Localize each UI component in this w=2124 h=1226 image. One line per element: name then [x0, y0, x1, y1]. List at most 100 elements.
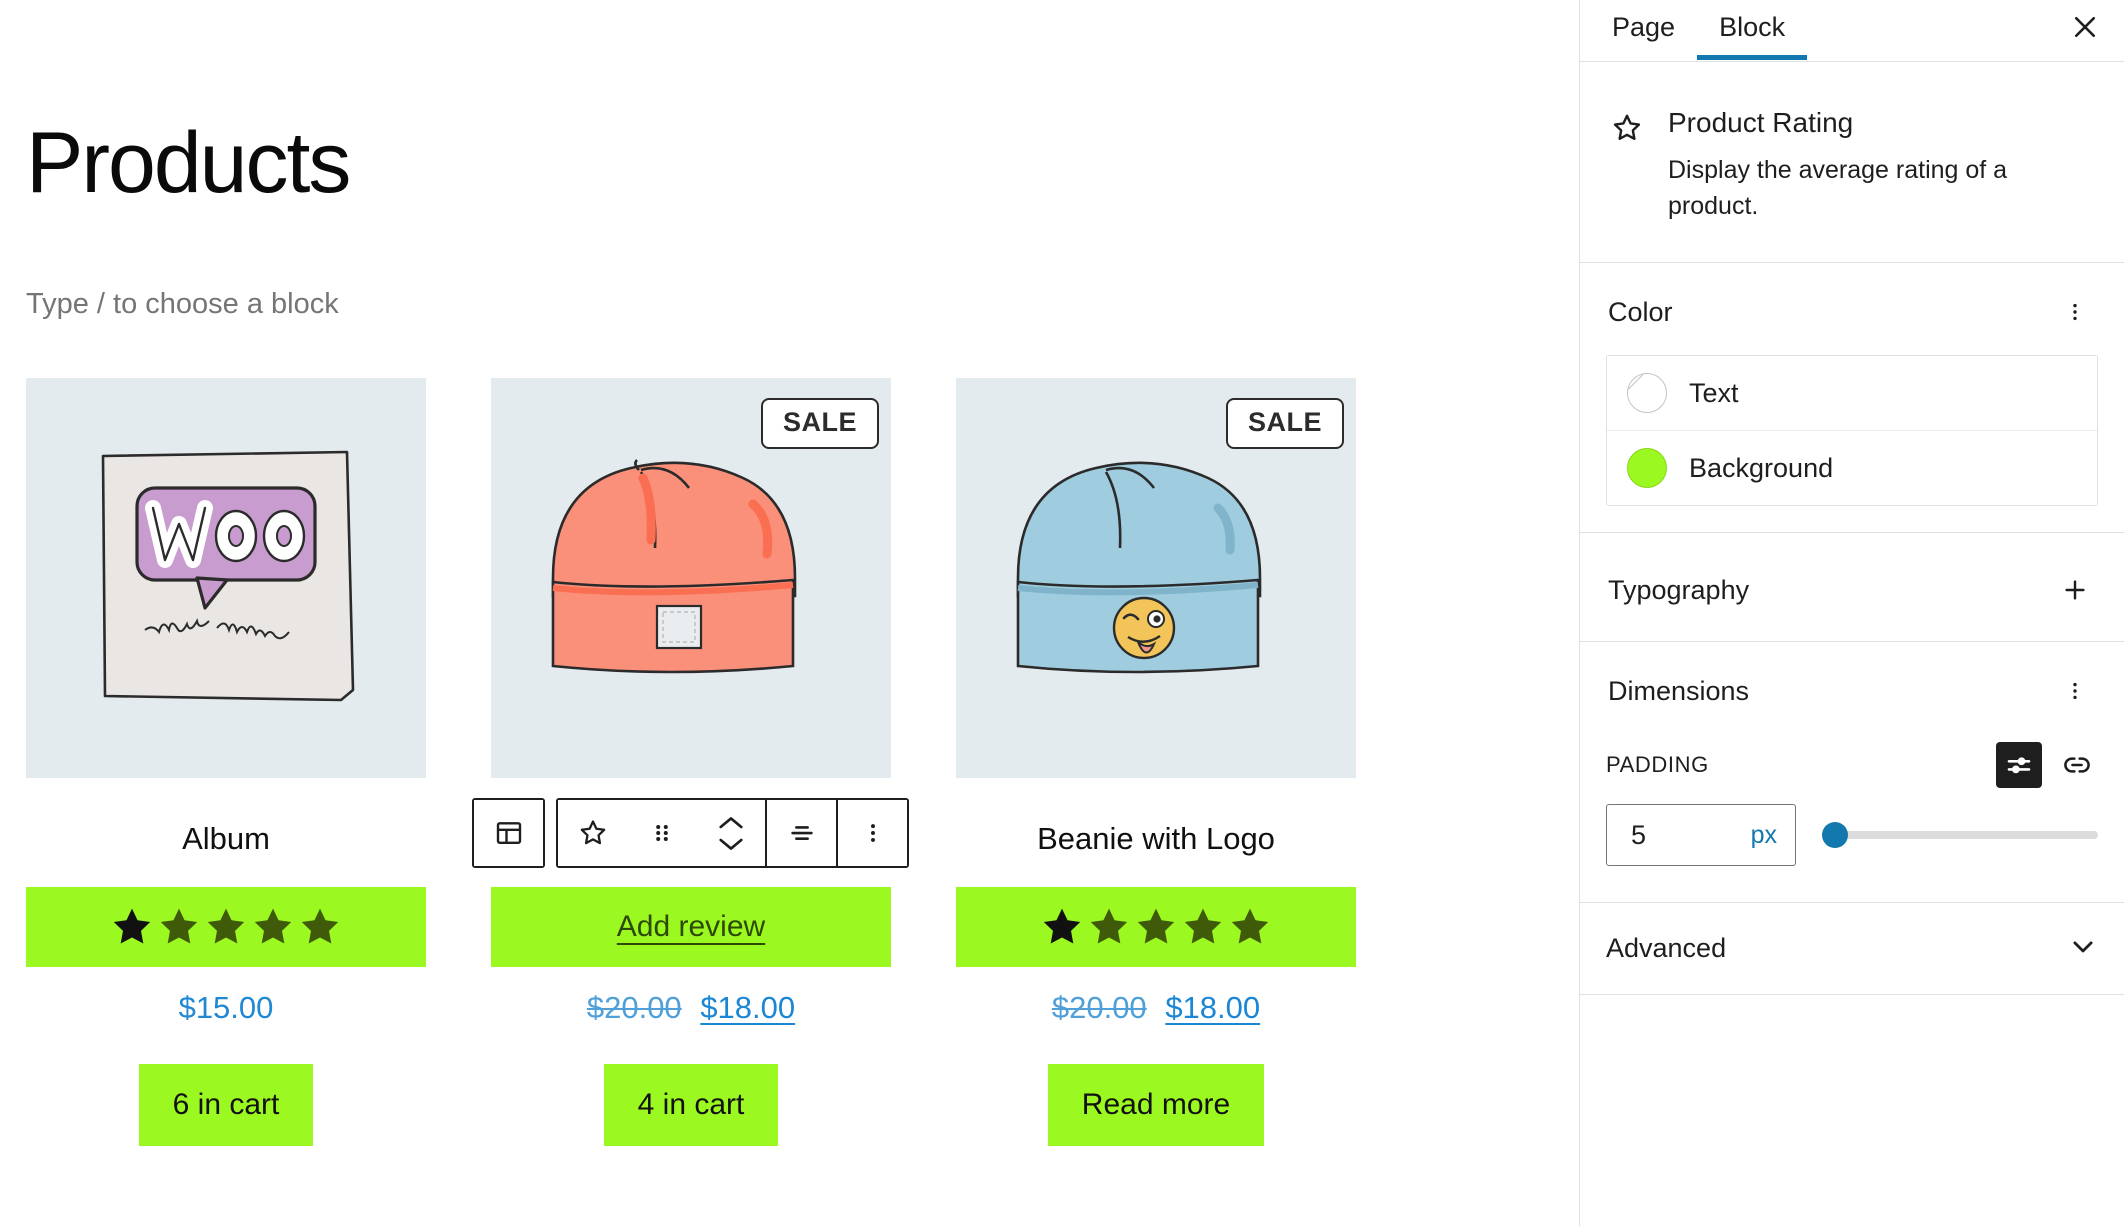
dimensions-options-button[interactable] [2054, 670, 2096, 712]
product-image[interactable]: SALE [956, 378, 1356, 778]
star-empty-icon [301, 908, 339, 944]
slider-thumb[interactable] [1822, 822, 1848, 849]
typography-section: Typography [1580, 533, 2124, 643]
toolbar-group-main [556, 798, 909, 868]
advanced-section[interactable]: Advanced [1580, 903, 2124, 996]
more-vertical-icon [870, 824, 875, 842]
star-empty-icon [1184, 908, 1222, 944]
star-empty-icon [1231, 908, 1269, 944]
product-title[interactable]: Album [26, 820, 426, 857]
add-to-cart-wrap: Read more [956, 1064, 1356, 1147]
block-toolbar [472, 798, 909, 868]
dimensions-section: Dimensions PADDING 5 px [1580, 642, 2124, 904]
color-section: Color Text Background [1580, 263, 2124, 534]
chevron-up-icon [718, 816, 743, 828]
star-outline-icon [1610, 106, 1644, 224]
mover-stack [717, 815, 745, 852]
padding-link-button[interactable] [2056, 744, 2098, 786]
add-to-cart-wrap: 4 in cart [491, 1064, 891, 1147]
color-options-list: Text Background [1606, 355, 2098, 507]
product-image[interactable]: SALE [491, 378, 891, 778]
color-section-header: Color [1606, 285, 2098, 333]
tab-block[interactable]: Block [1697, 0, 1808, 60]
block-card-description: Display the average rating of a product. [1668, 155, 2008, 220]
close-icon [2074, 16, 2096, 38]
price-current: $18.00 [700, 990, 796, 1026]
dimensions-section-title: Dimensions [1608, 675, 1750, 706]
page-title[interactable]: Products [26, 120, 351, 206]
text-color-label: Text [1689, 377, 1739, 408]
price-regular: $20.00 [586, 990, 682, 1026]
product-card: Album $15.00 6 in cart [26, 378, 426, 1147]
editor-canvas: Products Type / to choose a block Album … [0, 0, 1579, 1226]
product-title[interactable]: Beanie with Logo [956, 820, 1356, 857]
block-card: Product Rating Display the average ratin… [1606, 84, 2098, 236]
close-sidebar-button[interactable] [2060, 0, 2110, 54]
block-type-star-button[interactable] [558, 800, 627, 866]
padding-slider[interactable] [1822, 822, 2098, 849]
product-card: SALE Add review $20.00 $18.00 4 in cart [491, 378, 891, 1147]
product-image[interactable] [26, 378, 426, 778]
star-outline-icon [580, 820, 605, 845]
drag-handle-button[interactable] [627, 800, 696, 866]
add-to-cart-button[interactable]: 4 in cart [603, 1064, 779, 1147]
settings-sidebar: Page Block Product Rating Display the av… [1579, 0, 2124, 1226]
block-card-title: Product Rating [1668, 107, 1854, 138]
text-color-swatch [1627, 373, 1667, 414]
dimensions-section-header: Dimensions [1606, 664, 2098, 712]
align-text-icon [790, 826, 813, 840]
star-filled-icon [113, 908, 151, 944]
product-rating[interactable] [956, 887, 1356, 968]
typography-section-header: Typography [1606, 563, 2098, 611]
price-current: $15.00 [178, 990, 274, 1026]
padding-sides-button[interactable] [1996, 742, 2042, 789]
color-options-button[interactable] [2054, 291, 2096, 333]
padding-tools [1996, 742, 2098, 789]
tab-page[interactable]: Page [1590, 0, 1697, 59]
padding-unit[interactable]: px [1751, 821, 1777, 850]
color-row-text[interactable]: Text [1607, 356, 2097, 431]
add-to-cart-wrap: 6 in cart [26, 1064, 426, 1147]
layout-block-icon [496, 822, 521, 844]
typography-section-title: Typography [1608, 574, 1750, 605]
price-current: $18.00 [1165, 990, 1261, 1026]
block-options-button[interactable] [838, 800, 907, 866]
plus-icon [2065, 580, 2085, 600]
sale-badge: SALE [1225, 398, 1344, 449]
block-info-section: Product Rating Display the average ratin… [1580, 62, 2124, 264]
product-rating[interactable] [26, 887, 426, 968]
add-to-cart-button[interactable]: 6 in cart [138, 1064, 314, 1147]
padding-controls: 5 px [1606, 804, 2098, 867]
sale-badge: SALE [760, 398, 879, 449]
padding-row: PADDING [1606, 742, 2098, 789]
more-vertical-icon [2073, 303, 2077, 321]
parent-block-button[interactable] [474, 800, 543, 866]
typography-add-button[interactable] [2054, 569, 2096, 611]
chevron-down-icon [2068, 931, 2098, 966]
padding-input[interactable]: 5 px [1606, 804, 1796, 867]
product-card: SALE Beanie with Logo $20.00 $18.00 Read… [956, 378, 1356, 1147]
product-rating[interactable]: Add review [491, 887, 891, 968]
align-text-button[interactable] [767, 800, 836, 866]
add-to-cart-button[interactable]: Read more [1047, 1064, 1265, 1147]
color-row-background[interactable]: Background [1607, 430, 2097, 506]
block-placeholder[interactable]: Type / to choose a block [26, 290, 339, 319]
sidebar-tabs: Page Block [1580, 0, 2124, 62]
price-regular: $20.00 [1051, 990, 1147, 1026]
block-card-text: Product Rating Display the average ratin… [1668, 106, 2068, 224]
background-color-label: Background [1689, 452, 1834, 483]
toolbar-group-parent [472, 798, 545, 868]
product-price[interactable]: $15.00 [26, 989, 426, 1026]
product-price[interactable]: $20.00 $18.00 [491, 989, 891, 1026]
add-review-link[interactable]: Add review [617, 910, 765, 944]
star-filled-icon [1043, 908, 1081, 944]
move-block-buttons[interactable] [696, 800, 765, 866]
star-rating [1039, 904, 1273, 950]
advanced-label: Advanced [1606, 933, 1727, 964]
color-section-title: Color [1608, 296, 1673, 327]
product-price[interactable]: $20.00 $18.00 [956, 989, 1356, 1026]
star-empty-icon [1090, 908, 1128, 944]
star-empty-icon [1137, 908, 1175, 944]
product-grid: Album $15.00 6 in cart SALE Add review $… [26, 378, 1356, 1147]
star-empty-icon [254, 908, 292, 944]
